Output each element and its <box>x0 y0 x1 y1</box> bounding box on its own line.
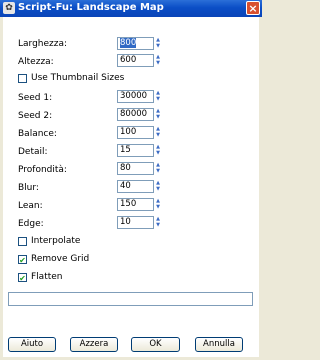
width-label: Larghezza: <box>18 39 68 49</box>
spin-arrows-icon[interactable]: ▲ ▼ <box>154 144 162 157</box>
text-input[interactable] <box>8 292 253 306</box>
seed2-spinbox[interactable]: 80000 ▲ ▼ <box>117 108 160 121</box>
use-thumbnail-sizes-label[interactable]: Use Thumbnail Sizes <box>31 73 124 83</box>
window-title: Script-Fu: Landscape Map <box>18 2 164 13</box>
reset-button[interactable]: Azzera <box>70 337 118 352</box>
width-spinbox[interactable]: 800 ▲ ▼ <box>117 37 160 50</box>
spin-arrows-icon[interactable]: ▲ ▼ <box>154 216 162 229</box>
app-icon: ✿ <box>3 2 15 14</box>
spin-arrows-icon[interactable]: ▲ ▼ <box>154 180 162 193</box>
dialog-body: Larghezza: 800 ▲ ▼ Altezza: 600 ▲ ▼ Use Th… <box>3 17 259 357</box>
checkbox-box[interactable] <box>18 237 27 246</box>
seed1-label: Seed 1: <box>18 93 53 103</box>
checkmark-icon[interactable]: ✔ <box>18 255 27 265</box>
spin-arrows-icon[interactable]: ▲ ▼ <box>154 54 162 67</box>
lean-spinbox[interactable]: 150 ▲ ▼ <box>117 198 160 211</box>
ok-button[interactable]: OK <box>131 337 180 352</box>
seed1-value[interactable]: 30000 <box>120 91 147 101</box>
balance-value[interactable]: 100 <box>120 127 136 137</box>
height-value[interactable]: 600 <box>120 55 136 65</box>
spin-arrows-icon[interactable]: ▲ ▼ <box>154 198 162 211</box>
detail-spinbox[interactable]: 15 ▲ ▼ <box>117 144 160 157</box>
detail-value[interactable]: 15 <box>120 145 131 155</box>
checkbox-box[interactable] <box>18 74 27 83</box>
balance-spinbox[interactable]: 100 ▲ ▼ <box>117 126 160 139</box>
height-label: Altezza: <box>18 57 54 67</box>
remove-grid-label[interactable]: Remove Grid <box>31 254 89 264</box>
cancel-button[interactable]: Annulla <box>195 337 243 352</box>
height-spinbox[interactable]: 600 ▲ ▼ <box>117 54 160 67</box>
edge-spinbox[interactable]: 10 ▲ ▼ <box>117 216 160 229</box>
spin-arrows-icon[interactable]: ▲ ▼ <box>154 108 162 121</box>
blur-label: Blur: <box>18 183 39 193</box>
checkmark-icon[interactable]: ✔ <box>18 273 27 283</box>
balance-label: Balance: <box>18 129 57 139</box>
depth-spinbox[interactable]: 80 ▲ ▼ <box>117 162 160 175</box>
seed2-label: Seed 2: <box>18 111 53 121</box>
seed2-value[interactable]: 80000 <box>120 109 147 119</box>
lean-value[interactable]: 150 <box>120 199 136 209</box>
spin-arrows-icon[interactable]: ▲ ▼ <box>154 90 162 103</box>
edge-label: Edge: <box>18 219 44 229</box>
close-button[interactable]: × <box>246 1 260 15</box>
spin-arrows-icon[interactable]: ▲ ▼ <box>154 126 162 139</box>
blur-value[interactable]: 40 <box>120 181 131 191</box>
width-value[interactable]: 800 <box>120 38 137 48</box>
blur-spinbox[interactable]: 40 ▲ ▼ <box>117 180 160 193</box>
interpolate-label[interactable]: Interpolate <box>31 236 80 246</box>
title-bar[interactable]: ✿ Script-Fu: Landscape Map × <box>0 0 262 17</box>
spin-arrows-icon[interactable]: ▲ ▼ <box>154 37 162 50</box>
spin-arrows-icon[interactable]: ▲ ▼ <box>154 162 162 175</box>
lean-label: Lean: <box>18 201 43 211</box>
detail-label: Detail: <box>18 147 48 157</box>
depth-value[interactable]: 80 <box>120 163 131 173</box>
depth-label: Profondità: <box>18 165 67 175</box>
flatten-label[interactable]: Flatten <box>31 272 63 282</box>
help-button[interactable]: Aiuto <box>8 337 56 352</box>
seed1-spinbox[interactable]: 30000 ▲ ▼ <box>117 90 160 103</box>
edge-value[interactable]: 10 <box>120 217 131 227</box>
